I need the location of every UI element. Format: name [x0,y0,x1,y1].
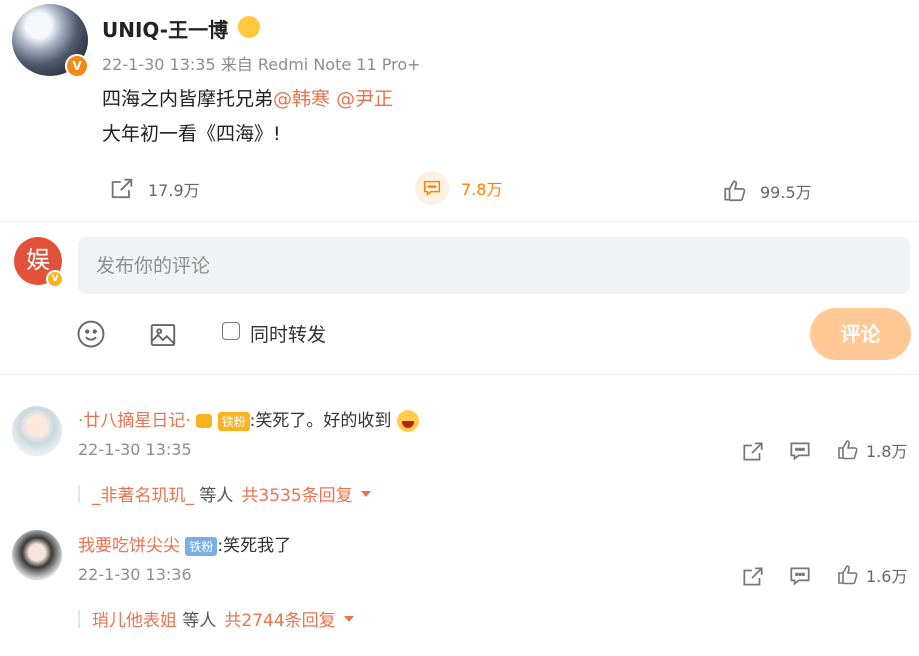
crown-icon [238,16,260,38]
divider [0,221,919,222]
repost-count: 17.9万 [148,181,200,200]
comment-header: ·廿八摘星日记· 铁粉:笑死了。好的收到 [78,406,419,432]
reply-user[interactable]: 琑儿他表姐 [92,606,177,631]
like-button[interactable]: 99.5万 [722,178,812,204]
commenter-name[interactable]: 我要吃饼尖尖 [78,536,180,556]
reply-icon[interactable] [787,563,813,589]
crown-icon [196,414,213,428]
post-text-line2: 大年初一看《四海》! [102,123,281,145]
repost-checkbox[interactable] [222,322,240,340]
comment-time: 22-1-30 13:36 [78,565,192,584]
laughing-emoji-icon [396,410,419,432]
mention-link[interactable]: @韩寒 [273,88,330,110]
image-icon[interactable] [148,320,178,350]
comment-like-count: 1.8万 [866,442,908,461]
reply-bar [78,609,80,628]
comment-text: :笑死我了 [217,536,292,556]
divider [0,374,919,375]
reply-icon[interactable] [787,438,813,464]
emoji-icon[interactable] [76,319,106,349]
post-source: 来自 Redmi Note 11 Pro+ [220,55,421,74]
commenter-avatar[interactable] [12,530,62,580]
reply-count[interactable]: 共3535条回复 [241,481,352,506]
post-meta: 22-1-30 13:35 来自 Redmi Note 11 Pro+ [102,51,421,75]
comment-time: 22-1-30 13:35 [78,440,192,459]
caret-down-icon [343,615,354,622]
reply-count[interactable]: 共2744条回复 [224,606,335,631]
repost-button[interactable]: 17.9万 [108,175,200,203]
repost-label[interactable]: 同时转发 [250,320,326,347]
thumbs-up-icon [724,180,746,202]
author-name[interactable]: UNIQ-王一博 [102,14,228,43]
comment-button[interactable]: 7.8万 [415,171,502,205]
reply-bar [78,484,80,503]
reply-summary[interactable]: _非著名玑玑_ 等人 共3535条回复 [78,481,373,506]
mention-link[interactable]: @尹正 [336,88,393,110]
commenter-name[interactable]: ·廿八摘星日记· [78,411,191,431]
caret-down-icon [360,490,371,497]
share-icon[interactable] [740,564,766,590]
like-count: 99.5万 [760,183,812,202]
comment-icon [415,171,449,205]
verified-badge-icon: V [46,270,64,288]
fan-badge: 铁粉 [185,536,218,556]
reply-mid: 等人 [182,611,217,631]
reply-user[interactable]: _非著名玑玑_ [92,481,194,506]
comment-like-button[interactable]: 1.8万 [836,438,907,462]
post-time[interactable]: 22-1-30 13:35 [102,55,216,74]
thumbs-up-icon [838,565,858,585]
thumbs-up-icon [838,440,858,460]
commenter-avatar[interactable] [12,406,62,456]
fan-badge: 铁粉 [217,411,250,431]
reply-mid: 等人 [199,486,234,506]
verified-badge-icon: V [65,54,89,78]
comment-like-count: 1.6万 [866,567,908,586]
comment-count: 7.8万 [461,180,503,199]
reply-summary[interactable]: 琑儿他表姐 等人 共2744条回复 [78,606,356,631]
share-icon [111,178,133,199]
post-text-line1: 四海之内皆摩托兄弟@韩寒 @尹正 [102,84,393,111]
comment-header: 我要吃饼尖尖 铁粉:笑死我了 [78,531,291,556]
submit-comment-button[interactable]: 评论 [810,308,911,360]
comment-input[interactable] [78,237,910,294]
comment-like-button[interactable]: 1.6万 [836,563,907,587]
comment-text: :笑死了。好的收到 [249,411,392,431]
share-icon[interactable] [740,439,766,465]
post-text: 四海之内皆摩托兄弟 [102,88,274,110]
